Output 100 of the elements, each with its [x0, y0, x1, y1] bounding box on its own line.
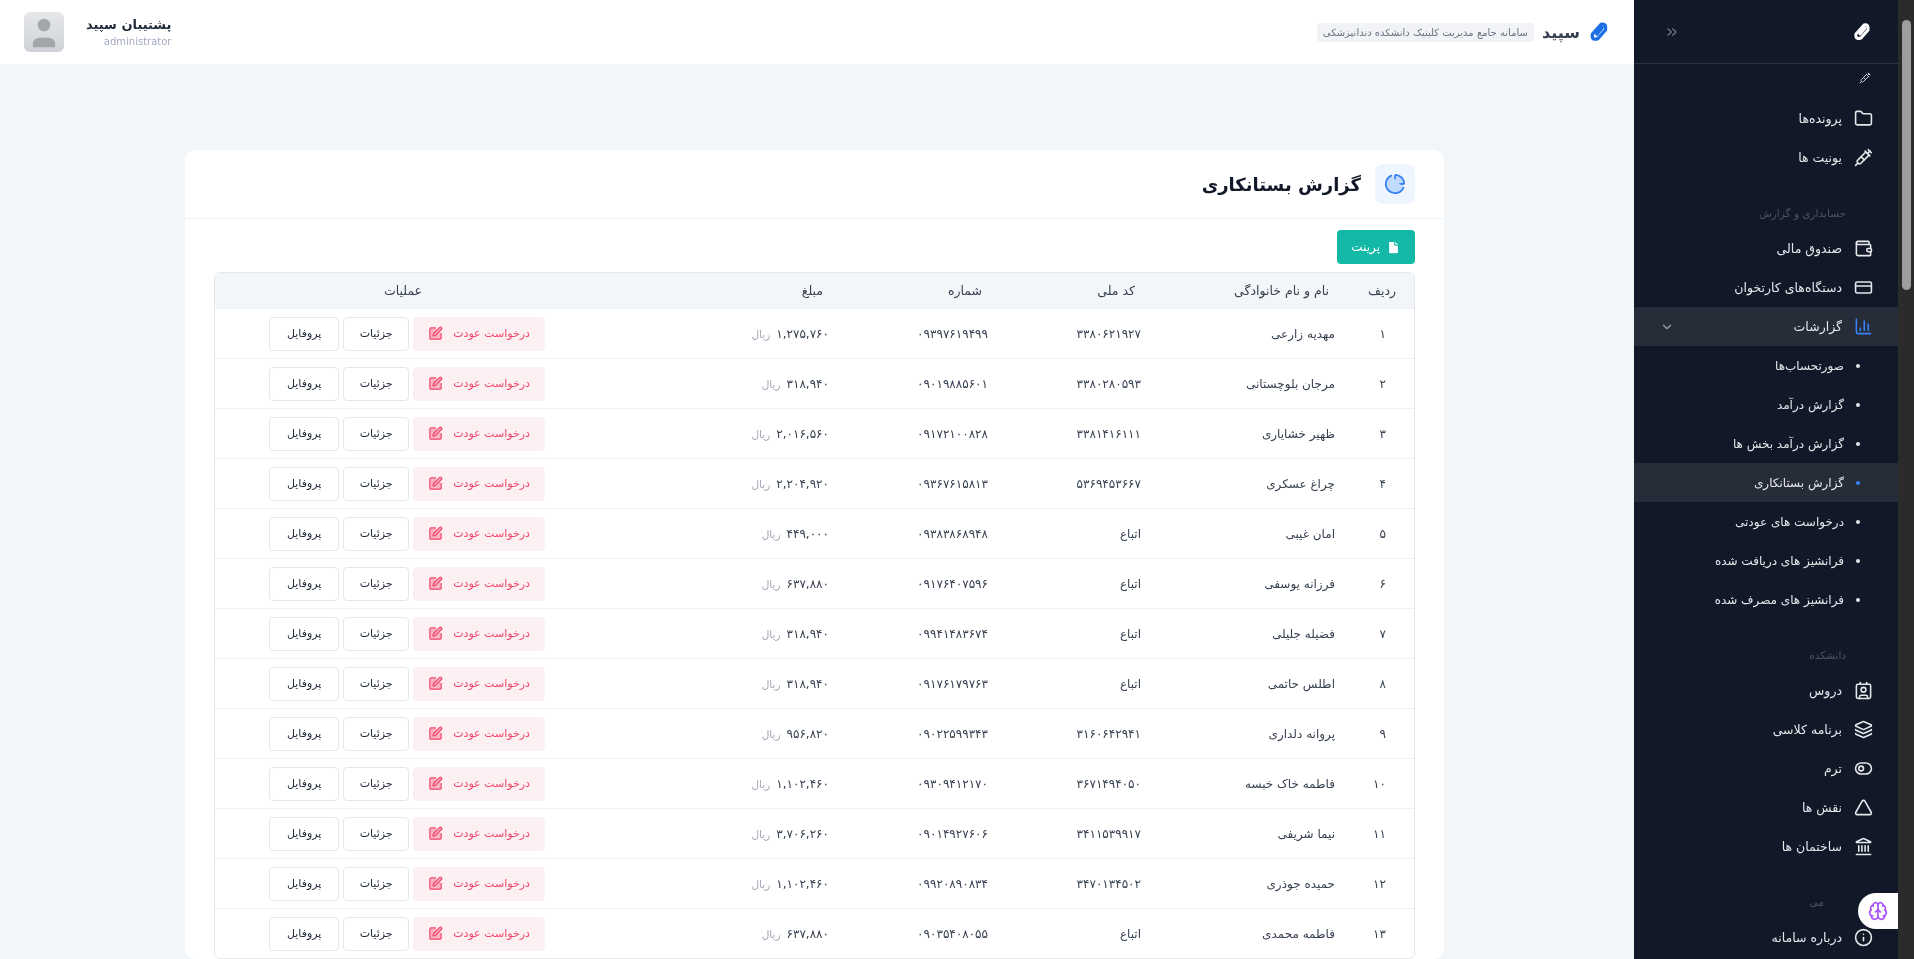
table-cell: ۰۹۳۰۹۴۱۲۱۷۰	[841, 758, 1000, 808]
submenu-item[interactable]: گزارش درآمد	[1634, 385, 1898, 424]
details-button[interactable]: جزئیات	[343, 416, 410, 451]
scrollbar-thumb[interactable]	[1901, 20, 1911, 290]
table-cell: ۸	[1347, 658, 1414, 708]
profile-button[interactable]: پروفایل	[269, 866, 340, 901]
app-subtitle: سامانه جامع مدیریت کلینیک دانشکده دندانپزشکی	[1316, 22, 1534, 42]
table-cell: ۳۱۸,۹۴۰ ریال	[599, 358, 841, 408]
edit-icon	[428, 426, 444, 441]
sidebar-item[interactable]: یونیت ها	[1634, 138, 1898, 177]
sidebar-item[interactable]: گزارشات	[1634, 307, 1898, 346]
table-cell: پروانه دلداری	[1153, 708, 1347, 758]
details-button[interactable]: جزئیات	[343, 716, 410, 751]
table-cell: ۰۹۰۲۲۵۹۹۳۴۳	[841, 708, 1000, 758]
table-cell: ۰۹۹۴۱۴۸۳۶۷۴	[841, 608, 1000, 658]
details-button[interactable]: جزئیات	[343, 516, 410, 551]
table-cell: نیما شریفی	[1153, 808, 1347, 858]
sidebar-item[interactable]: دستگاه‌های کارتخوان	[1634, 268, 1898, 307]
table-cell: اتباع	[1000, 908, 1153, 958]
assistant-button[interactable]	[1858, 893, 1898, 929]
table-cell: ۰۹۰۱۹۸۸۵۶۰۱	[841, 358, 1000, 408]
column-header: نام و نام خانوادگی	[1153, 273, 1347, 308]
profile-button[interactable]: پروفایل	[269, 666, 340, 701]
profile-button[interactable]: پروفایل	[269, 816, 340, 851]
sidebar-item[interactable]: ترم	[1634, 749, 1898, 788]
table-cell: اتباع	[1000, 608, 1153, 658]
user-role: administrator	[103, 36, 172, 47]
submenu-item[interactable]: فرانشیز های دریافت شده	[1634, 541, 1898, 580]
table-cell: ۶	[1347, 558, 1414, 608]
logo-icon	[1588, 21, 1610, 43]
currency-label: ریال	[761, 377, 781, 390]
table-cell: ۰۹۱۷۲۱۰۰۸۲۸	[841, 408, 1000, 458]
details-button[interactable]: جزئیات	[343, 816, 410, 851]
profile-button[interactable]: پروفایل	[269, 416, 340, 451]
currency-label: ریال	[761, 627, 781, 640]
currency-label: ریال	[751, 827, 771, 840]
submenu-item[interactable]: درخواست های عودتی	[1634, 502, 1898, 541]
currency-label: ریال	[751, 777, 771, 790]
table-cell: ۰۹۱۷۶۱۷۹۷۶۳	[841, 658, 1000, 708]
section-label: می	[1809, 896, 1824, 908]
edit-icon	[428, 876, 444, 891]
syringe-icon	[1859, 72, 1871, 84]
submenu-item[interactable]: گزارش بستانکاری	[1634, 463, 1898, 502]
sidebar-item[interactable]: دروس	[1634, 671, 1898, 710]
details-button[interactable]: جزئیات	[343, 466, 410, 501]
table-cell: ۲,۰۱۶,۵۶۰ ریال	[599, 408, 841, 458]
column-header: عملیات	[215, 273, 599, 308]
menu-icon	[1854, 239, 1873, 258]
table-cell: ظهیر خشایاری	[1153, 408, 1347, 458]
table-cell: اتباع	[1000, 658, 1153, 708]
details-button[interactable]: جزئیات	[343, 766, 410, 801]
scrollbar[interactable]	[1898, 0, 1914, 959]
table-cell: ۱۱	[1347, 808, 1414, 858]
sidebar-item[interactable]: نقش ها	[1634, 788, 1898, 827]
currency-label: ریال	[761, 577, 781, 590]
details-button[interactable]: جزئیات	[343, 566, 410, 601]
details-button[interactable]: جزئیات	[343, 616, 410, 651]
edit-icon	[428, 776, 444, 791]
details-button[interactable]: جزئیات	[343, 316, 410, 351]
column-header: مبلغ	[599, 273, 841, 308]
table-cell: فضیله جلیلی	[1153, 608, 1347, 658]
file-icon	[1386, 239, 1401, 255]
details-button[interactable]: جزئیات	[343, 366, 410, 401]
profile-button[interactable]: پروفایل	[269, 916, 340, 951]
table-cell: مرجان بلوچستانی	[1153, 358, 1347, 408]
profile-button[interactable]: پروفایل	[269, 566, 340, 601]
profile-button[interactable]: پروفایل	[269, 516, 340, 551]
profile-button[interactable]: پروفایل	[269, 766, 340, 801]
profile-button[interactable]: پروفایل	[269, 316, 340, 351]
table-cell: اطلس حاتمی	[1153, 658, 1347, 708]
sidebar-item[interactable]: پرونده‌ها	[1634, 99, 1898, 138]
table-cell: ۰۹۳۹۷۶۱۹۴۹۹	[841, 308, 1000, 358]
table-cell: ۳۳۸۱۴۱۶۱۱۱	[1000, 408, 1153, 458]
user-name: پشتیبان سپید	[86, 17, 172, 32]
sidebar-item[interactable]: صندوق مالی	[1634, 229, 1898, 268]
table-cell: ۱	[1347, 308, 1414, 358]
details-button[interactable]: جزئیات	[343, 916, 410, 951]
table-cell: ۳۶۷۱۴۹۴۰۵۰	[1000, 758, 1153, 808]
sidebar-item[interactable]: برنامه کلاسی	[1634, 710, 1898, 749]
profile-button[interactable]: پروفایل	[269, 716, 340, 751]
sidebar-item[interactable]: ساختمان ها	[1634, 827, 1898, 866]
menu-icon	[1854, 317, 1873, 336]
table-cell: فرزانه یوسفی	[1153, 558, 1347, 608]
table-cell: ۰۹۹۲۰۸۹۰۸۳۴	[841, 858, 1000, 908]
submenu-item[interactable]: فرانشیز های مصرف شده	[1634, 580, 1898, 619]
details-button[interactable]: جزئیات	[343, 666, 410, 701]
submenu-item[interactable]: گزارش درآمد بخش ها	[1634, 424, 1898, 463]
profile-button[interactable]: پروفایل	[269, 466, 340, 501]
sidebar-item[interactable]: درباره سامانه	[1634, 918, 1898, 957]
table-cell: اتباع	[1000, 558, 1153, 608]
table-cell: ۳۱۸,۹۴۰ ریال	[599, 658, 841, 708]
profile-button[interactable]: پروفایل	[269, 616, 340, 651]
profile-button[interactable]: پروفایل	[269, 366, 340, 401]
menu-icon	[1854, 278, 1873, 297]
submenu-item[interactable]: صورتحساب‌ها	[1634, 346, 1898, 385]
currency-label: ریال	[761, 677, 781, 690]
table-cell: ۷	[1347, 608, 1414, 658]
details-button[interactable]: جزئیات	[343, 866, 410, 901]
edit-icon	[428, 376, 444, 391]
table-cell: ۱۲	[1347, 858, 1414, 908]
